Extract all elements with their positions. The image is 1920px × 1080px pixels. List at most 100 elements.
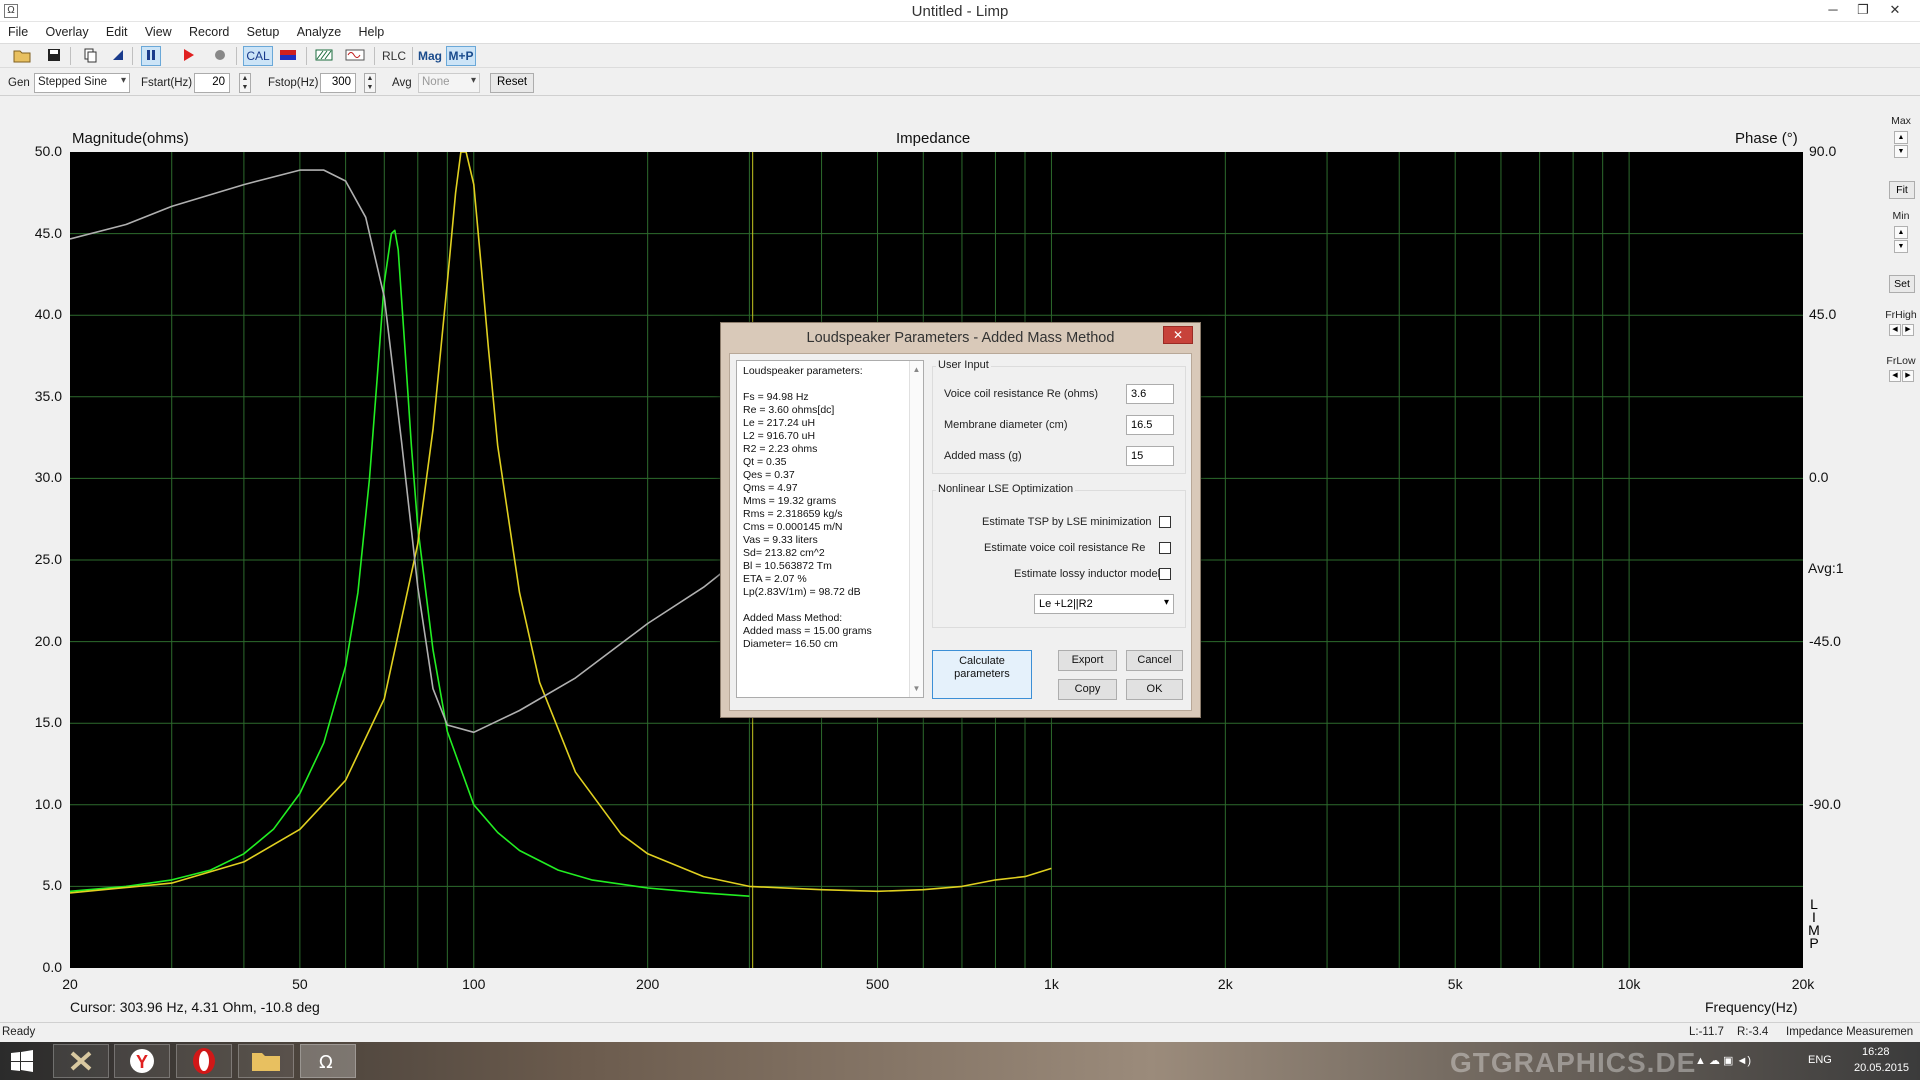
dialog-body: Loudspeaker parameters: Fs = 94.98 Hz Re =…: [729, 353, 1192, 711]
frlow-right-icon[interactable]: ▶: [1902, 370, 1914, 382]
menu-record[interactable]: Record: [181, 22, 235, 39]
overlay-hatch-icon[interactable]: [314, 46, 334, 66]
minimize-icon[interactable]: ─: [1818, 0, 1848, 22]
phase-tick-label: 90.0: [1809, 143, 1837, 159]
x-tick-label: 20k: [1791, 976, 1815, 992]
fstart-stepper[interactable]: ▲ ▼: [239, 73, 251, 93]
language-indicator[interactable]: ENG: [1808, 1054, 1832, 1066]
fstop-input[interactable]: 300: [320, 73, 356, 93]
result-line: Sd= 213.82 cm^2: [743, 547, 825, 559]
lse-option-label: Estimate TSP by LSE minimization: [982, 516, 1152, 528]
generator-select[interactable]: Stepped Sine ▾: [34, 73, 130, 93]
ok-button[interactable]: OK: [1126, 679, 1183, 700]
mag-phase-button[interactable]: M+P: [446, 46, 476, 66]
result-line: Cms = 0.000145 m/N: [743, 521, 843, 533]
max-down-icon[interactable]: ▼: [1894, 145, 1908, 158]
result-line: [743, 378, 917, 391]
y-tick-label: 0.0: [42, 959, 62, 975]
x-tick-label: 5k: [1447, 976, 1463, 992]
copy-button[interactable]: Copy: [1058, 679, 1117, 700]
frhigh-label: FrHigh: [1885, 309, 1917, 321]
menu-help[interactable]: Help: [351, 22, 391, 39]
toolbar: CAL RLC Mag M+P: [0, 44, 1920, 68]
save-icon[interactable]: [44, 46, 64, 66]
y-tick-label: 25.0: [34, 551, 62, 567]
re-label: Voice coil resistance Re (ohms): [944, 388, 1099, 400]
scroll-down-icon: ▼: [912, 684, 921, 693]
menu-bar: File Overlay Edit View Record Setup Anal…: [0, 22, 1920, 44]
clock-date[interactable]: 20.05.2015: [1854, 1062, 1909, 1074]
result-line: Added mass = 15.00 grams: [743, 625, 872, 637]
menu-analyze[interactable]: Analyze: [289, 22, 347, 39]
record-icon[interactable]: [210, 46, 230, 66]
reset-button[interactable]: Reset: [490, 73, 535, 93]
cursor-icon[interactable]: [108, 46, 128, 66]
inductor-model-select[interactable]: Le +L2||R2 ▾: [1034, 594, 1174, 614]
x-tick-label: 2k: [1217, 976, 1233, 992]
gen-label: Gen: [8, 77, 30, 89]
user-input-title: User Input: [936, 359, 991, 371]
fstart-input[interactable]: 20: [194, 73, 230, 93]
cancel-button[interactable]: Cancel: [1126, 650, 1183, 671]
y-tick-label: 20.0: [34, 632, 62, 649]
pause-icon[interactable]: [141, 46, 161, 66]
waveform-icon[interactable]: [344, 46, 366, 66]
fstop-stepper[interactable]: ▲ ▼: [364, 73, 376, 93]
taskbar-app-tools-icon[interactable]: [53, 1044, 109, 1078]
frhigh-left-icon[interactable]: ◀: [1889, 324, 1901, 336]
taskbar-opera-icon[interactable]: [176, 1044, 232, 1078]
calculate-parameters-button[interactable]: Calculate parameters: [932, 650, 1032, 699]
fit-button[interactable]: Fit: [1889, 181, 1915, 199]
lossy-inductor-label: Estimate lossy inductor model: [1014, 568, 1161, 580]
added-mass-input[interactable]: 15: [1126, 446, 1174, 466]
color-bars-icon[interactable]: [278, 46, 298, 66]
menu-edit[interactable]: Edit: [98, 22, 134, 39]
cal-button[interactable]: CAL: [243, 46, 273, 66]
set-button[interactable]: Set: [1889, 275, 1915, 293]
menu-overlay[interactable]: Overlay: [38, 22, 95, 39]
dialog-close-icon[interactable]: ✕: [1163, 326, 1193, 344]
taskbar-explorer-icon[interactable]: [238, 1044, 294, 1078]
windows-start-icon[interactable]: [10, 1050, 34, 1075]
taskbar-yandex-icon[interactable]: Y: [114, 1044, 170, 1078]
clock-time[interactable]: 16:28: [1862, 1046, 1890, 1058]
frhigh-right-icon[interactable]: ▶: [1902, 324, 1914, 336]
chevron-down-icon: ▾: [1163, 597, 1169, 608]
restore-icon[interactable]: ❐: [1848, 0, 1878, 22]
lse-checkbox[interactable]: [1159, 516, 1171, 528]
result-line: Qes = 0.37: [743, 469, 795, 481]
y-tick-label: 10.0: [34, 795, 62, 812]
generator-bar: Gen Stepped Sine ▾ Fstart(Hz) 20 ▲ ▼ Fstop…: [0, 70, 1920, 96]
play-icon[interactable]: [178, 46, 198, 66]
menu-file[interactable]: File: [0, 22, 34, 39]
tray-icons[interactable]: ▲ ☁ ▣ ◄): [1695, 1054, 1751, 1067]
status-right-level: R:-3.4: [1737, 1026, 1769, 1038]
lossy-inductor-checkbox[interactable]: [1159, 568, 1171, 580]
export-button[interactable]: Export: [1058, 650, 1117, 671]
min-down-icon[interactable]: ▼: [1894, 240, 1908, 253]
result-line: Re = 3.60 ohms[dc]: [743, 404, 835, 416]
diameter-input[interactable]: 16.5: [1126, 415, 1174, 435]
y-tick-label: 15.0: [34, 714, 62, 731]
min-up-icon[interactable]: ▲: [1894, 226, 1908, 239]
open-folder-icon[interactable]: [12, 46, 32, 66]
x-axis-title: Frequency(Hz): [1705, 999, 1798, 1015]
frlow-left-icon[interactable]: ◀: [1889, 370, 1901, 382]
copy-page-icon[interactable]: [80, 46, 100, 66]
results-scrollbar[interactable]: ▲ ▼: [909, 361, 923, 697]
rlc-button[interactable]: RLC: [380, 46, 408, 66]
close-icon[interactable]: ✕: [1880, 0, 1910, 22]
mag-button[interactable]: Mag: [416, 46, 444, 66]
max-label: Max: [1891, 115, 1911, 127]
window-title: Untitled - Limp: [911, 3, 1009, 20]
diameter-label: Membrane diameter (cm): [944, 419, 1068, 431]
taskbar-limp-icon[interactable]: Ω: [300, 1044, 356, 1078]
results-textbox[interactable]: Loudspeaker parameters: Fs = 94.98 Hz Re =…: [736, 360, 924, 698]
menu-view[interactable]: View: [137, 22, 178, 39]
re-input[interactable]: 3.6: [1126, 384, 1174, 404]
max-up-icon[interactable]: ▲: [1894, 131, 1908, 144]
result-line: ETA = 2.07 %: [743, 573, 807, 585]
menu-setup[interactable]: Setup: [239, 22, 286, 39]
estimate-re-checkbox[interactable]: [1159, 542, 1171, 554]
avg-select[interactable]: None ▾: [418, 73, 480, 93]
